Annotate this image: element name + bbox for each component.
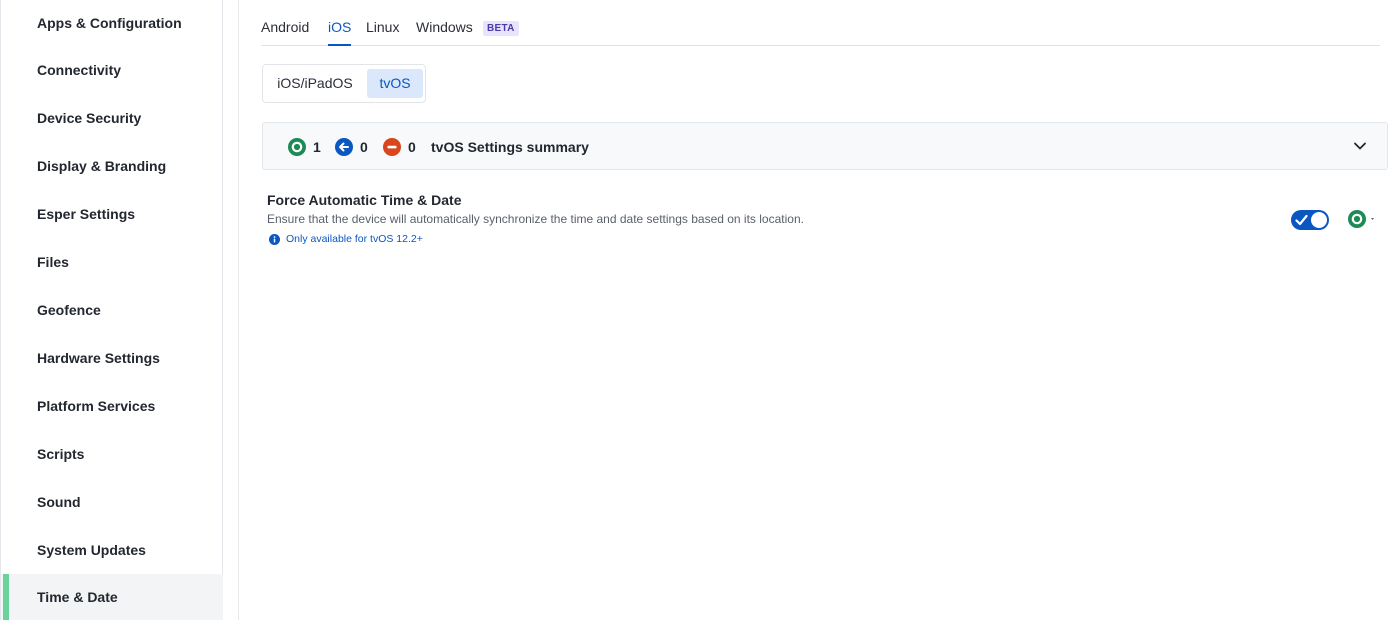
toggle-knob <box>1311 212 1327 228</box>
enforced-count: 1 <box>313 139 321 155</box>
tab-android[interactable]: Android <box>261 19 309 45</box>
sidebar-item-device-security[interactable]: Device Security <box>1 95 223 141</box>
sidebar-item-platform-services[interactable]: Platform Services <box>1 383 223 429</box>
tab-ios[interactable]: iOS <box>328 19 352 46</box>
inherited-count: 0 <box>360 139 368 155</box>
content-divider <box>238 0 239 620</box>
sidebar-item-label: Connectivity <box>37 62 122 78</box>
sidebar-item-label: Time & Date <box>37 589 118 605</box>
settings-sidebar: Apps & Configuration Connectivity Device… <box>0 0 223 620</box>
sidebar-item-label: Hardware Settings <box>37 350 160 366</box>
info-icon <box>269 233 280 245</box>
segment-ios-ipados[interactable]: iOS/iPadOS <box>271 69 359 98</box>
sidebar-item-label: Platform Services <box>37 398 156 414</box>
enforced-status-icon <box>288 138 306 156</box>
caret-down-icon <box>1371 218 1374 220</box>
settings-summary-bar[interactable]: 1 0 0 tvOS Settings summary <box>262 122 1388 170</box>
availability-note-text: Only available for tvOS 12.2+ <box>286 233 423 245</box>
setting-description: Ensure that the device will automaticall… <box>267 212 804 226</box>
enforcement-status-dropdown[interactable] <box>1348 210 1378 230</box>
beta-badge: BETA <box>483 21 519 36</box>
setting-title: Force Automatic Time & Date <box>267 192 462 208</box>
inherited-status-icon <box>335 138 353 156</box>
segment-tvos[interactable]: tvOS <box>367 69 423 98</box>
check-icon <box>1295 214 1308 226</box>
sidebar-item-label: Sound <box>37 494 81 510</box>
sidebar-item-display-branding[interactable]: Display & Branding <box>1 143 223 189</box>
sidebar-item-hardware-settings[interactable]: Hardware Settings <box>1 335 223 381</box>
sidebar-item-files[interactable]: Files <box>1 239 223 285</box>
platform-segmented-control: iOS/iPadOS tvOS <box>262 64 426 103</box>
sidebar-item-system-updates[interactable]: System Updates <box>1 527 223 573</box>
enforced-status-icon <box>1348 210 1366 228</box>
sidebar-item-geofence[interactable]: Geofence <box>1 287 223 333</box>
sidebar-item-esper-settings[interactable]: Esper Settings <box>1 191 223 237</box>
sidebar-item-scripts[interactable]: Scripts <box>1 431 223 477</box>
sidebar-item-label: System Updates <box>37 542 146 558</box>
sidebar-item-connectivity[interactable]: Connectivity <box>1 47 223 93</box>
sidebar-item-label: Device Security <box>37 110 142 126</box>
sidebar-item-label: Apps & Configuration <box>37 15 182 31</box>
removed-count: 0 <box>408 139 416 155</box>
availability-note: Only available for tvOS 12.2+ <box>269 233 423 245</box>
force-automatic-time-toggle[interactable] <box>1291 210 1329 230</box>
removed-status-icon <box>383 138 401 156</box>
sidebar-item-apps-configuration[interactable]: Apps & Configuration <box>1 0 223 46</box>
tab-windows[interactable]: Windows <box>416 19 473 45</box>
sidebar-item-label: Files <box>37 254 69 270</box>
chevron-down-icon[interactable] <box>1353 139 1367 153</box>
sidebar-item-label: Esper Settings <box>37 206 136 222</box>
sidebar-item-sound[interactable]: Sound <box>1 479 223 525</box>
tab-linux[interactable]: Linux <box>366 19 399 45</box>
sidebar-item-label: Display & Branding <box>37 158 167 174</box>
sidebar-item-time-date[interactable]: Time & Date <box>1 574 223 620</box>
sidebar-item-label: Scripts <box>37 446 85 462</box>
summary-title: tvOS Settings summary <box>431 139 589 155</box>
sidebar-item-label: Geofence <box>37 302 101 318</box>
